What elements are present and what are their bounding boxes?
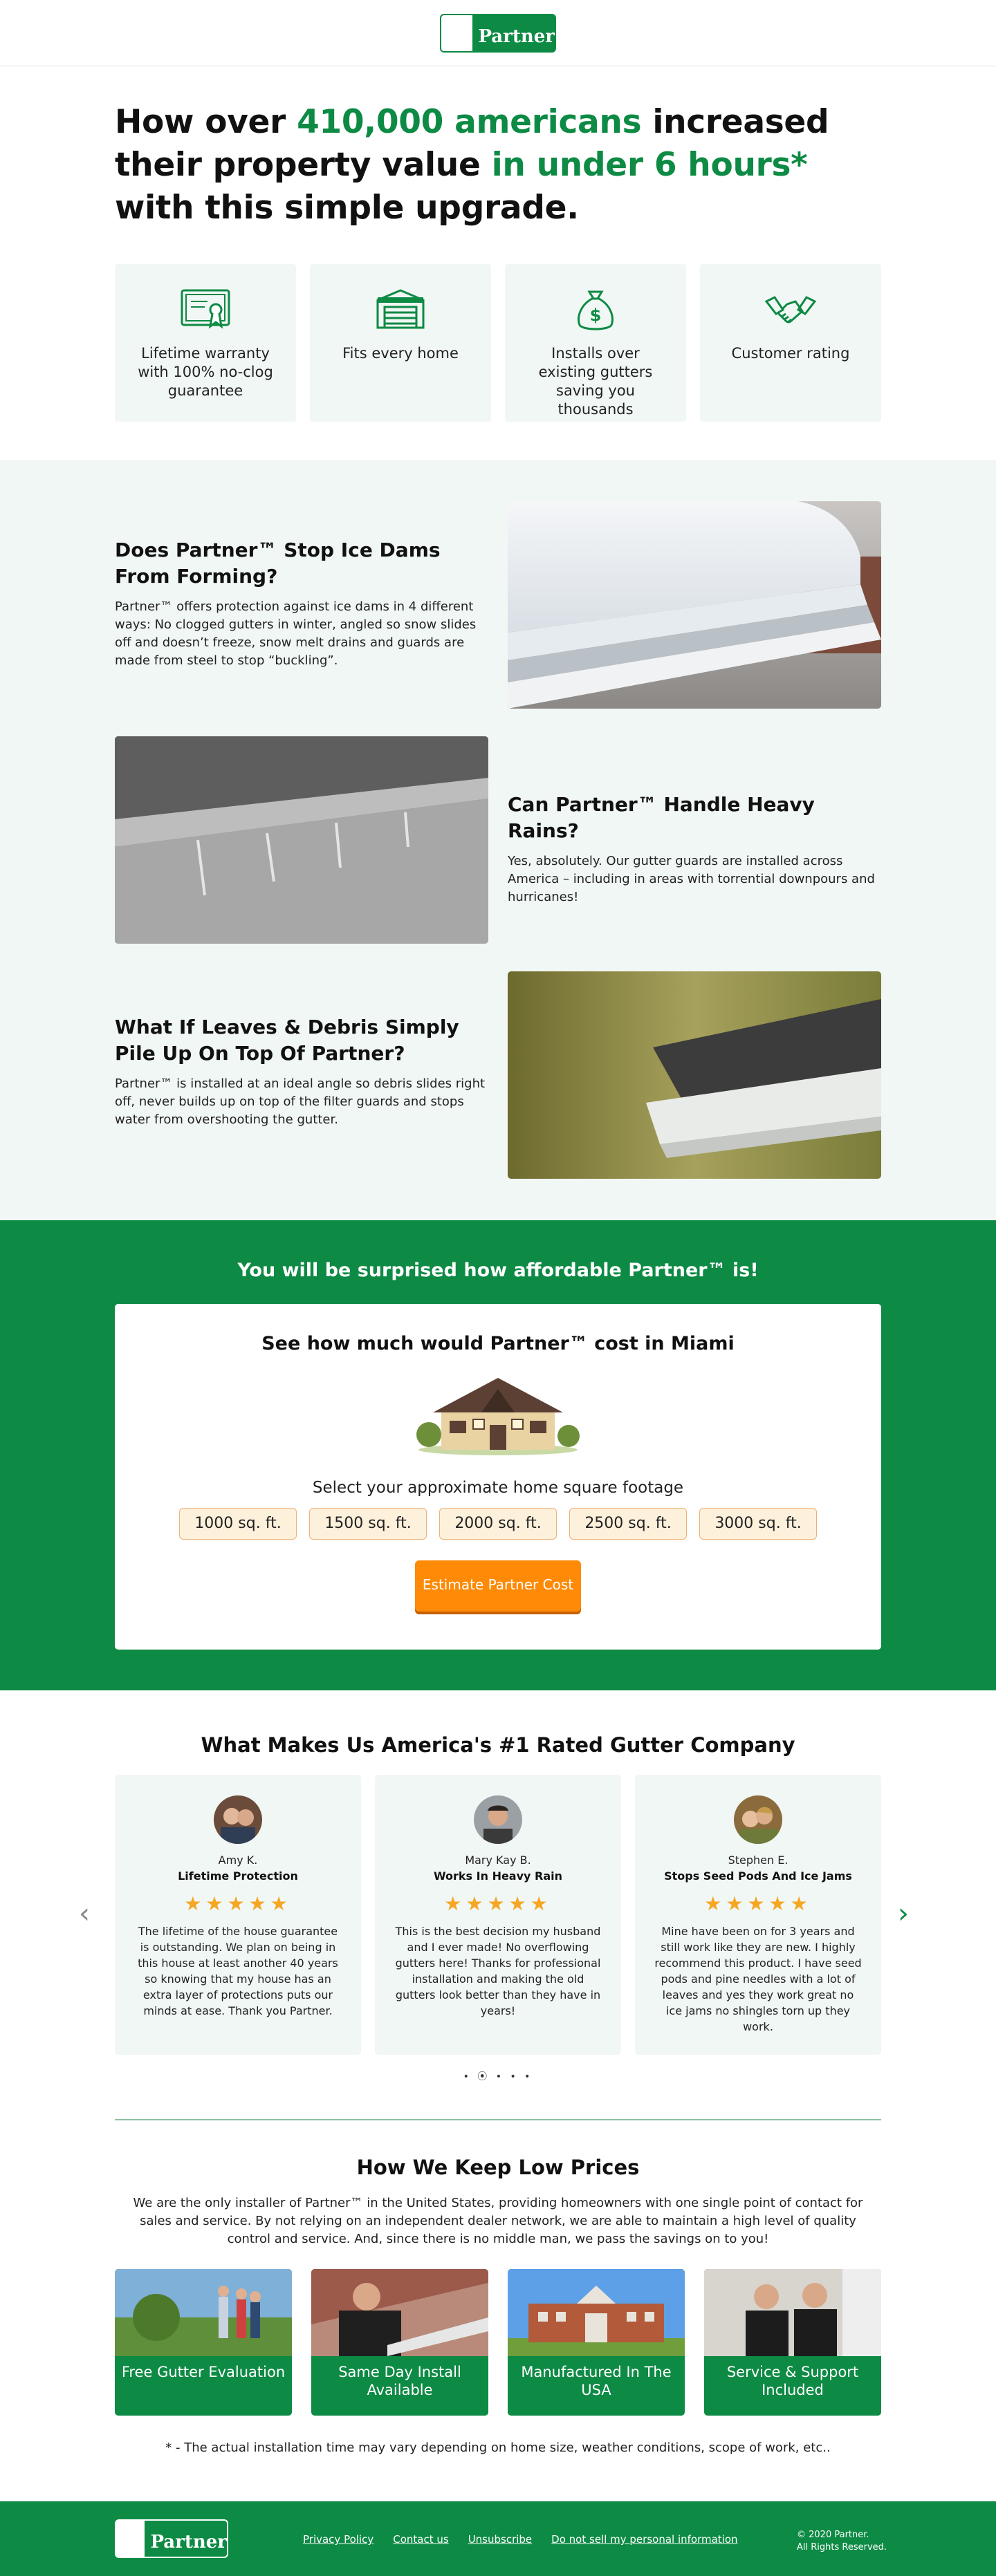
support-team-photo — [704, 2269, 881, 2356]
feature-list: Lifetime warranty with 100% no-clog guar… — [115, 264, 881, 422]
feature-text: Installs over existing gutters saving yo… — [538, 345, 653, 418]
hero-title: How over 410,000 americans increased the… — [115, 103, 829, 227]
testimonial-card: Stephen E. Stops Seed Pods And Ice Jams … — [635, 1775, 881, 2055]
money-bag-icon: $ — [578, 290, 614, 330]
certificate-icon — [181, 289, 230, 329]
avatar — [734, 1795, 782, 1844]
do-not-sell-link[interactable]: Do not sell my personal information — [551, 2533, 737, 2546]
size-option-2000[interactable]: 2000 sq. ft. — [439, 1508, 557, 1540]
estimate-card: See how much would Partner™ cost in Miam… — [115, 1304, 881, 1650]
feature-text: Fits every home — [342, 345, 459, 362]
site-footer: Partner Privacy Policy Contact us Unsubs… — [0, 2501, 996, 2576]
faq-body: Yes, absolutely. Our gutter guards are i… — [508, 854, 875, 904]
testimonial-card: Mary Kay B. Works In Heavy Rain ★★★★★ Th… — [375, 1775, 621, 2055]
estimate-card-title: See how much would Partner™ cost in Miam… — [261, 1333, 735, 1354]
benefit-label: Free Gutter Evaluation — [121, 2364, 286, 2380]
star-rating: ★★★★★ — [184, 1892, 292, 1915]
reviewer-name: Mary Kay B. — [465, 1854, 531, 1867]
hero-section: How over 410,000 americans increased the… — [115, 66, 881, 422]
carousel-next-arrow[interactable]: › — [898, 1898, 909, 1930]
contact-us-link[interactable]: Contact us — [393, 2533, 448, 2546]
low-prices-body: We are the only installer of Partner™ in… — [133, 2196, 863, 2246]
review-text: The lifetime of the house guarantee is o… — [138, 1925, 338, 2017]
feature-text: Customer rating — [731, 345, 850, 362]
benefit-card: Same Day Install Available — [311, 2269, 488, 2416]
benefit-label: Manufactured In The USA — [521, 2364, 672, 2398]
evaluation-photo — [115, 2269, 292, 2356]
logo-text: Partner — [478, 26, 555, 47]
avatar — [474, 1795, 522, 1844]
carousel-prev-arrow[interactable]: ‹ — [79, 1898, 90, 1930]
feature-rating: Customer rating — [700, 264, 881, 422]
faq-title: Can Partner™ Handle Heavy Rains? — [508, 793, 815, 842]
footer-logo[interactable]: Partner — [115, 2519, 228, 2558]
handshake-icon — [765, 296, 816, 324]
factory-photo — [508, 2269, 685, 2356]
house-illustration — [416, 1378, 580, 1455]
faq-item-heavy-rains: Can Partner™ Handle Heavy Rains? Yes, ab… — [115, 736, 881, 944]
star-rating: ★★★★★ — [704, 1892, 812, 1915]
square-footage-options: 1000 sq. ft. 1500 sq. ft. 2000 sq. ft. 2… — [115, 1508, 881, 1540]
size-option-1000[interactable]: 1000 sq. ft. — [179, 1508, 297, 1540]
review-title: Lifetime Protection — [178, 1869, 298, 1883]
install-photo — [311, 2269, 488, 2356]
partner-logo[interactable]: Partner — [440, 13, 556, 53]
reviewer-name: Stephen E. — [728, 1854, 788, 1867]
logo-text: Partner — [150, 2532, 227, 2552]
snow-gutter-image — [508, 501, 881, 709]
feature-text: Lifetime warranty with 100% no-clog guar… — [138, 345, 273, 399]
site-header: Partner — [0, 0, 996, 66]
faq-item-ice-dams: Does Partner™ Stop Ice Dams From Forming… — [115, 501, 881, 709]
feature-installs: $ Installs over existing gutters saving … — [505, 264, 686, 422]
benefit-card: Service & Support Included — [704, 2269, 881, 2416]
review-text: This is the best decision my husband and… — [395, 1925, 601, 2017]
size-option-1500[interactable]: 1500 sq. ft. — [309, 1508, 427, 1540]
copyright: © 2020 Partner. All Rights Reserved. — [797, 2530, 887, 2552]
size-option-3000[interactable]: 3000 sq. ft. — [699, 1508, 817, 1540]
reviewer-name: Amy K. — [218, 1854, 258, 1867]
rain-gutter-image — [115, 736, 488, 944]
benefit-card: Manufactured In The USA — [508, 2269, 685, 2416]
star-rating: ★★★★★ — [444, 1892, 552, 1915]
feature-warranty: Lifetime warranty with 100% no-clog guar… — [115, 264, 296, 422]
faq-title: What If Leaves & Debris Simply Pile Up O… — [115, 1016, 459, 1065]
carousel-dots[interactable]: • ⦿ • • • — [0, 2069, 996, 2083]
benefit-cards: Free Gutter Evaluation Same Day Install … — [115, 2269, 881, 2416]
testimonials-title: What Makes Us America's #1 Rated Gutter … — [201, 1733, 795, 1757]
low-prices-title: How We Keep Low Prices — [356, 2156, 640, 2179]
feature-fits: Fits every home — [310, 264, 491, 422]
faq-body: Partner™ is installed at an ideal angle … — [115, 1076, 486, 1127]
square-footage-label: Select your approximate home square foot… — [312, 1479, 684, 1497]
review-title: Works In Heavy Rain — [433, 1869, 563, 1883]
installation-time-note: * - The actual installation time may var… — [165, 2440, 831, 2455]
garage-home-icon — [376, 289, 425, 329]
benefit-card: Free Gutter Evaluation — [115, 2269, 292, 2416]
privacy-policy-link[interactable]: Privacy Policy — [303, 2533, 374, 2546]
unsubscribe-link[interactable]: Unsubscribe — [468, 2533, 532, 2546]
svg-text:$: $ — [590, 306, 602, 325]
footer-links: Privacy Policy Contact us Unsubscribe Do… — [303, 2533, 738, 2546]
testimonial-card: Amy K. Lifetime Protection ★★★★★ The lif… — [115, 1775, 361, 2055]
faq-body: Partner™ offers protection against ice d… — [115, 599, 477, 668]
benefit-label: Service & Support Included — [726, 2364, 859, 2398]
avatar — [214, 1795, 262, 1844]
estimate-cost-button[interactable]: Estimate Partner Cost — [415, 1560, 581, 1612]
section-divider — [115, 2119, 881, 2120]
review-title: Stops Seed Pods And Ice Jams — [664, 1869, 852, 1883]
benefit-label: Same Day Install Available — [338, 2364, 461, 2398]
faq-item-leaves: What If Leaves & Debris Simply Pile Up O… — [115, 971, 881, 1179]
testimonials-section: What Makes Us America's #1 Rated Gutter … — [0, 1690, 996, 2120]
review-text: Mine have been on for 3 years and still … — [654, 1925, 862, 2033]
faq-section: Does Partner™ Stop Ice Dams From Forming… — [0, 460, 996, 1220]
testimonial-carousel: Amy K. Lifetime Protection ★★★★★ The lif… — [115, 1775, 881, 2055]
faq-title: Does Partner™ Stop Ice Dams From Forming… — [115, 539, 441, 588]
low-prices-section: How We Keep Low Prices We are the only i… — [0, 2156, 996, 2416]
estimate-headline: You will be surprised how affordable Par… — [237, 1260, 759, 1281]
size-option-2500[interactable]: 2500 sq. ft. — [569, 1508, 687, 1540]
leaves-gutter-image — [508, 971, 881, 1179]
estimate-section: You will be surprised how affordable Par… — [0, 1220, 996, 1690]
